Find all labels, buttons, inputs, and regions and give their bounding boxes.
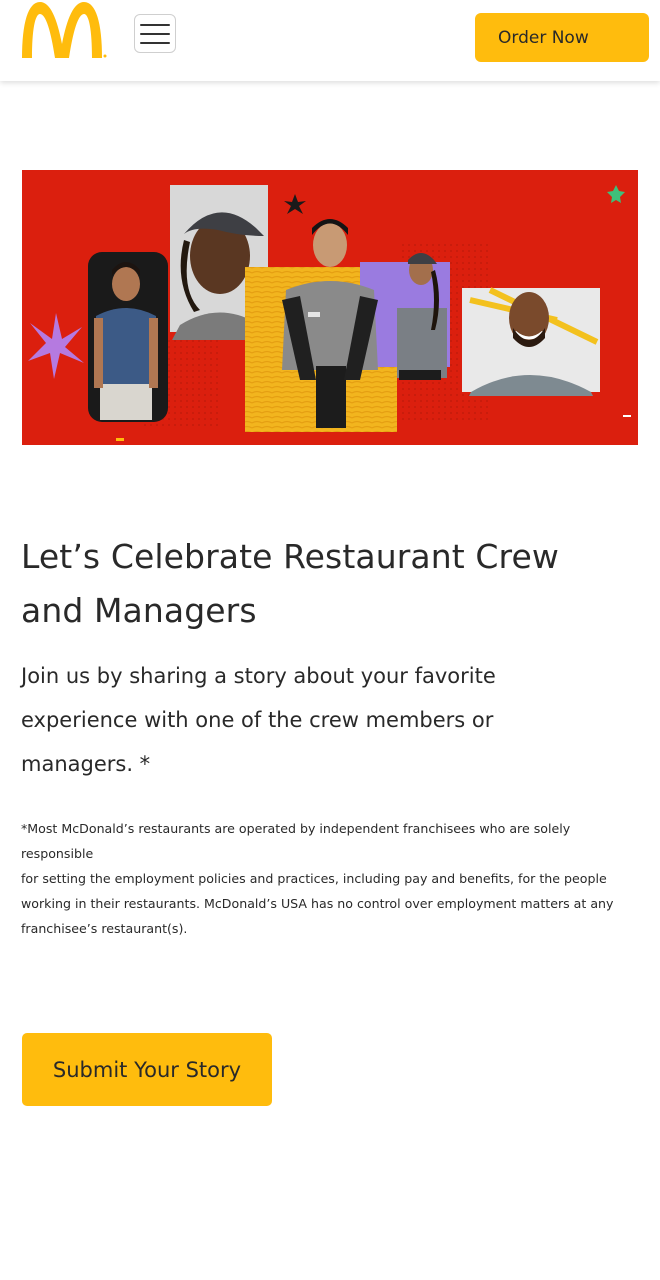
site-header: Order Now: [0, 0, 660, 81]
intro-line-2: experience with one of the crew members …: [21, 708, 494, 732]
headline-line-1: Let’s Celebrate Restaurant Crew: [21, 537, 559, 576]
page: Order Now Let’s Celebrate Restaurant Cre…: [0, 0, 660, 1280]
disclaimer-line-4: franchisee’s restaurant(s).: [21, 921, 188, 936]
franchise-disclaimer: *Most McDonald’s restaurants are operate…: [21, 816, 641, 941]
disclaimer-line-2: for setting the employment policies and …: [21, 871, 607, 886]
hamburger-menu-icon[interactable]: [134, 14, 176, 53]
headline-line-2: and Managers: [21, 591, 257, 630]
page-title: Let’s Celebrate Restaurant Crew and Mana…: [21, 530, 641, 638]
order-now-button[interactable]: Order Now: [475, 13, 649, 62]
menu-bar-top: [140, 23, 170, 26]
intro-line-3: managers. *: [21, 752, 151, 776]
disclaimer-line-3: working in their restaurants. McDonald’s…: [21, 896, 614, 911]
menu-bar-middle: [140, 32, 170, 35]
disclaimer-line-1: *Most McDonald’s restaurants are operate…: [21, 821, 571, 861]
hero-banner-image: [22, 170, 638, 445]
golden-arches-icon[interactable]: [20, 0, 110, 62]
submit-story-button[interactable]: Submit Your Story: [22, 1033, 272, 1106]
menu-bar-bottom: [140, 41, 170, 44]
intro-line-1: Join us by sharing a story about your fa…: [21, 664, 496, 688]
intro-text: Join us by sharing a story about your fa…: [21, 654, 641, 786]
